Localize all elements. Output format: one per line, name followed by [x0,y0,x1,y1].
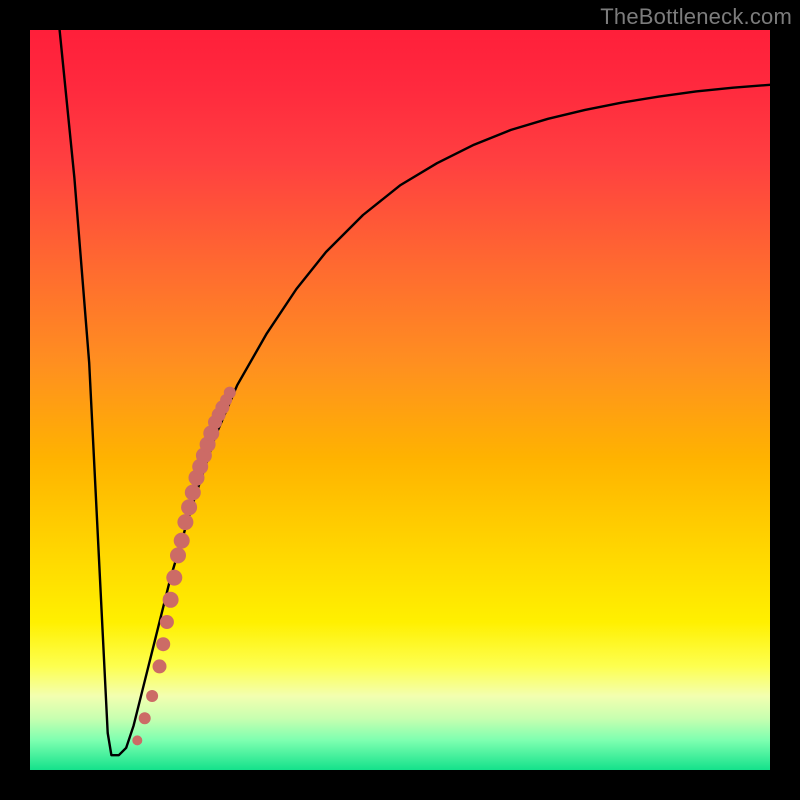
chart-frame: TheBottleneck.com [0,0,800,800]
data-marker [146,690,158,702]
chart-svg [30,30,770,770]
plot-area [30,30,770,770]
data-marker [166,570,182,586]
data-marker [160,615,174,629]
data-marker [170,547,186,563]
data-marker [224,387,236,399]
data-marker [163,592,179,608]
data-marker [177,514,193,530]
data-marker [132,735,142,745]
data-marker [181,499,197,515]
data-marker [185,485,201,501]
data-markers [132,387,236,746]
data-marker [139,712,151,724]
watermark-text: TheBottleneck.com [600,4,792,30]
data-marker [174,533,190,549]
data-marker [153,659,167,673]
data-marker [156,637,170,651]
